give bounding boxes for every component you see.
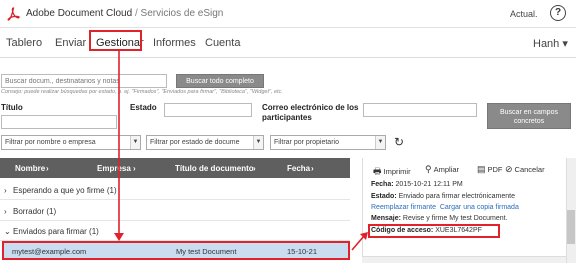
zoom-button[interactable]: ⚲ Ampliar bbox=[425, 164, 459, 175]
magnifier-icon: ⚲ bbox=[425, 164, 432, 174]
upload-signed-copy-link[interactable]: Cargar una copia firmada bbox=[440, 204, 519, 211]
nav-tablero[interactable]: Tablero bbox=[6, 37, 42, 49]
chevron-down-icon: ▼ bbox=[253, 136, 263, 149]
adobe-acrobat-icon bbox=[7, 7, 20, 21]
group-row-waiting[interactable]: › Esperando a que yo firme (1) bbox=[0, 180, 350, 200]
panel-bottom-bar bbox=[362, 256, 566, 263]
search-fields-button[interactable]: Buscar en campos concretos bbox=[487, 103, 571, 129]
filter-owner-select[interactable]: Filtrar por propietario ▼ bbox=[270, 135, 386, 150]
document-icon: ▤ bbox=[477, 164, 486, 174]
access-code-highlight-box bbox=[368, 224, 500, 238]
filter-status-select[interactable]: Filtrar por estado de docume ▼ bbox=[146, 135, 264, 150]
status-text: Actual. bbox=[510, 9, 538, 19]
group-row-draft[interactable]: › Borrador (1) bbox=[0, 201, 350, 221]
detail-links: Reemplazar firmante Cargar una copia fir… bbox=[371, 204, 519, 211]
scrollbar-thumb[interactable] bbox=[567, 210, 575, 244]
row-title: My test Document bbox=[176, 247, 237, 256]
group-row-sent[interactable]: ⌄ Enviados para firmar (1) bbox=[0, 221, 350, 241]
nav-enviar[interactable]: Enviar bbox=[55, 37, 86, 49]
app-title: Adobe Document Cloud / Servicios de eSig… bbox=[26, 8, 223, 19]
printer-icon: 🖶 bbox=[373, 166, 382, 176]
detail-date: Fecha: 2015-10-21 12:11 PM bbox=[371, 181, 463, 188]
brand-subtitle: Servicios de eSign bbox=[140, 8, 224, 19]
detail-panel: 🖶 Imprimir ⚲ Ampliar ▤ PDF ⊘ Cancelar Fecha:… bbox=[362, 158, 576, 263]
email-field[interactable] bbox=[363, 103, 477, 117]
col-nombre-sort-icon: › bbox=[46, 164, 49, 173]
chevron-right-icon: › bbox=[4, 186, 7, 195]
search-hint: Consejo: puede realizar búsquedas por es… bbox=[1, 89, 283, 95]
nav-cuenta[interactable]: Cuenta bbox=[205, 37, 240, 49]
col-titulo-sort-icon: › bbox=[253, 164, 256, 173]
group-label: Enviados para firmar (1) bbox=[13, 227, 99, 236]
brand-separator: / bbox=[134, 8, 138, 19]
search-all-button[interactable]: Buscar todo completo bbox=[176, 74, 264, 88]
refresh-icon[interactable]: ↻ bbox=[394, 135, 406, 149]
chevron-down-icon: ⌄ bbox=[4, 227, 11, 236]
detail-toolbar: 🖶 Imprimir ⚲ Ampliar ▤ PDF ⊘ Cancelar bbox=[363, 158, 576, 178]
cancel-icon: ⊘ bbox=[505, 164, 513, 174]
group-label: Esperando a que yo firme (1) bbox=[13, 186, 117, 195]
row-name: mytest@example.com bbox=[12, 247, 87, 256]
status-field[interactable] bbox=[164, 103, 252, 117]
print-button[interactable]: 🖶 Imprimir bbox=[373, 164, 411, 180]
col-nombre[interactable]: Nombre bbox=[15, 164, 45, 173]
col-fecha-sort-icon: › bbox=[311, 164, 314, 173]
top-bar: Adobe Document Cloud / Servicios de eSig… bbox=[0, 0, 576, 28]
filter-name-label: Filtrar por nombre o empresa bbox=[5, 139, 96, 146]
detail-message: Mensaje: Revise y firme My test Document… bbox=[371, 215, 508, 222]
col-titulo[interactable]: Título de documento bbox=[175, 164, 254, 173]
chevron-right-icon: › bbox=[4, 207, 7, 216]
table-row[interactable]: mytest@example.com My test Document 15-1… bbox=[2, 241, 350, 260]
title-label: Título bbox=[1, 103, 23, 112]
filter-name-select[interactable]: Filtrar por nombre o empresa ▼ bbox=[1, 135, 141, 150]
email-label: Correo electrónico de los participantes bbox=[262, 103, 359, 122]
table-header: Nombre › Empresa › Título de documento ›… bbox=[0, 158, 350, 178]
help-icon[interactable]: ? bbox=[550, 5, 566, 21]
row-date: 15-10-21 bbox=[287, 247, 318, 256]
pdf-button[interactable]: ▤ PDF bbox=[477, 164, 503, 175]
chevron-down-icon: ▼ bbox=[375, 136, 385, 149]
cancel-button[interactable]: ⊘ Cancelar bbox=[505, 164, 545, 175]
nav-informes[interactable]: Informes bbox=[153, 37, 196, 49]
col-empresa[interactable]: Empresa bbox=[97, 164, 131, 173]
filter-owner-label: Filtrar por propietario bbox=[274, 139, 339, 146]
group-label: Borrador (1) bbox=[13, 207, 57, 216]
filter-status-label: Filtrar por estado de docume bbox=[150, 139, 240, 146]
brand-name: Adobe Document Cloud bbox=[26, 8, 133, 19]
search-input[interactable] bbox=[1, 74, 167, 88]
chevron-down-icon: ▼ bbox=[130, 136, 140, 149]
main-nav: Tablero Enviar Gestionar Informes Cuenta… bbox=[0, 28, 576, 58]
status-label: Estado bbox=[130, 103, 157, 112]
replace-signer-link[interactable]: Reemplazar firmante bbox=[371, 204, 436, 211]
detail-status: Estado: Enviado para firmar electrónicam… bbox=[371, 193, 515, 200]
col-empresa-sort-icon: › bbox=[133, 164, 136, 173]
user-menu[interactable]: Hanh ▾ bbox=[533, 37, 568, 50]
col-fecha[interactable]: Fecha bbox=[287, 164, 310, 173]
title-field[interactable] bbox=[1, 115, 117, 129]
gestionar-highlight-box bbox=[89, 30, 142, 51]
